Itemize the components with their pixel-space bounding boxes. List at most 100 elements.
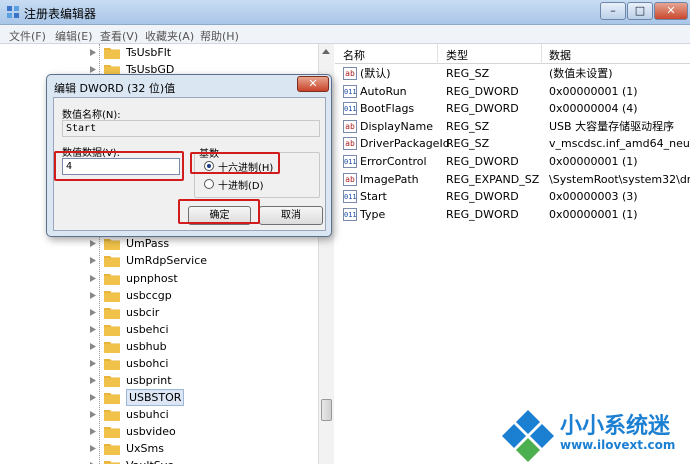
value-name-field: Start <box>62 120 320 137</box>
regedit-app-icon <box>7 6 19 18</box>
value-row[interactable]: 011 ErrorControl REG_DWORD 0x00000001 (1) <box>335 153 690 170</box>
folder-icon <box>104 376 120 387</box>
watermark-title: 小小系统迷 <box>560 414 671 439</box>
tree-item-label[interactable]: usbehci <box>126 321 169 338</box>
menu-edit[interactable]: 编辑(E) <box>55 28 93 44</box>
tree-item-label[interactable]: UmRdpService <box>126 252 207 269</box>
header-name[interactable]: 名称 <box>343 47 365 63</box>
dword-value-icon: 011 <box>343 84 357 98</box>
tree-item-label[interactable]: usbuhci <box>126 406 169 423</box>
expand-arrow-icon[interactable] <box>90 292 96 299</box>
value-name-label: 数值名称(N): <box>62 110 121 121</box>
tree-item-label[interactable]: usbhub <box>126 338 167 355</box>
value-type: REG_DWORD <box>446 155 519 168</box>
value-row[interactable]: 011 BootFlags REG_DWORD 0x00000004 (4) <box>335 100 690 117</box>
expand-arrow-icon[interactable] <box>90 326 96 333</box>
value-row[interactable]: 011 AutoRun REG_DWORD 0x00000001 (1) <box>335 83 690 100</box>
expand-arrow-icon[interactable] <box>90 411 96 418</box>
folder-icon <box>104 48 120 59</box>
folder-icon <box>104 274 120 285</box>
window-title: 注册表编辑器 <box>24 7 97 21</box>
expand-arrow-icon[interactable] <box>90 377 96 384</box>
scroll-up-arrow-icon[interactable] <box>322 49 330 54</box>
value-data: 0x00000001 (1) <box>549 84 638 98</box>
dec-radio[interactable] <box>204 179 214 189</box>
expand-arrow-icon[interactable] <box>90 394 96 401</box>
folder-icon <box>104 410 120 421</box>
folder-icon <box>104 308 120 319</box>
value-data: 0x00000001 (1) <box>549 207 638 221</box>
expand-arrow-icon[interactable] <box>90 240 96 247</box>
tree-item-label[interactable]: usbvideo <box>126 423 176 440</box>
tree-item-label[interactable]: usbprint <box>126 372 172 389</box>
string-value-icon: ab <box>343 67 357 80</box>
highlight-data-field <box>54 151 184 181</box>
expand-arrow-icon[interactable] <box>90 343 96 350</box>
value-row[interactable]: 011 Type REG_DWORD 0x00000001 (1) <box>335 206 690 223</box>
folder-icon <box>104 427 120 438</box>
values-list[interactable]: 名称 类型 数据 ab (默认) REG_SZ (数值未设置) 011 AutoRun RE… <box>335 44 690 464</box>
expand-arrow-icon[interactable] <box>90 309 96 316</box>
scroll-thumb[interactable] <box>321 399 332 421</box>
header-type[interactable]: 类型 <box>446 47 468 63</box>
value-row[interactable]: ab DisplayName REG_SZ USB 大容量存储驱动程序 <box>335 118 690 135</box>
highlight-ok-button <box>178 199 260 224</box>
expand-arrow-icon[interactable] <box>90 66 96 73</box>
value-name: ImagePath <box>360 172 419 186</box>
tree-item-label[interactable]: TsUsbFlt <box>126 44 171 61</box>
dialog-close-button[interactable]: ✕ <box>297 76 329 92</box>
tree-item-label[interactable]: UxSms <box>126 440 164 457</box>
title-bar: 注册表编辑器 – □ ✕ <box>0 0 690 25</box>
expand-arrow-icon[interactable] <box>90 445 96 452</box>
tree-item-label[interactable]: usbcir <box>126 304 159 321</box>
tree-item-label[interactable]: VaultSvc <box>126 457 173 464</box>
expand-arrow-icon[interactable] <box>90 257 96 264</box>
tree-item-label[interactable]: upnphost <box>126 270 178 287</box>
cancel-button[interactable]: 取消 <box>259 206 323 225</box>
value-name: Start <box>360 190 387 204</box>
value-type: REG_SZ <box>446 119 490 133</box>
value-data: (数值未设置) <box>549 67 613 80</box>
value-data: USB 大容量存储驱动程序 <box>549 119 675 133</box>
value-row[interactable]: 011 Start REG_DWORD 0x00000003 (3) <box>335 188 690 205</box>
menu-bar: 文件(F) 编辑(E) 查看(V) 收藏夹(A) 帮助(H) <box>0 25 690 44</box>
dec-radio-label[interactable]: 十进制(D) <box>218 177 264 192</box>
dword-value-icon: 011 <box>343 190 357 204</box>
value-name: DriverPackageId <box>360 137 450 151</box>
value-row[interactable]: ab ImagePath REG_EXPAND_SZ \SystemRoot\syst… <box>335 171 690 188</box>
menu-favorites[interactable]: 收藏夹(A) <box>145 28 194 44</box>
folder-icon <box>104 291 120 302</box>
value-type: REG_DWORD <box>446 190 519 204</box>
maximize-button[interactable]: □ <box>627 2 653 20</box>
close-button[interactable]: ✕ <box>654 2 688 20</box>
minimize-button[interactable]: – <box>600 2 626 20</box>
value-data: 0x00000001 (1) <box>549 155 638 168</box>
folder-icon <box>104 461 120 464</box>
value-data: v_mscdsc.inf_amd64_neutral_ <box>549 137 690 151</box>
expand-arrow-icon[interactable] <box>90 275 96 282</box>
value-data: \SystemRoot\system32\drive <box>549 172 690 186</box>
value-row[interactable]: ab (默认) REG_SZ (数值未设置) <box>335 65 690 82</box>
watermark: 小小系统迷 www.ilovext.com <box>500 402 690 464</box>
menu-file[interactable]: 文件(F) <box>9 28 46 44</box>
header-data[interactable]: 数据 <box>549 47 571 63</box>
string-value-icon: ab <box>343 137 357 151</box>
tree-item-label[interactable]: USBSTOR <box>126 389 185 406</box>
value-type: REG_EXPAND_SZ <box>446 172 540 186</box>
list-header: 名称 类型 数据 <box>335 44 690 64</box>
tree-item-label[interactable]: UmPass <box>126 235 169 252</box>
expand-arrow-icon[interactable] <box>90 360 96 367</box>
expand-arrow-icon[interactable] <box>90 428 96 435</box>
tree-item-label[interactable]: usbccgp <box>126 287 172 304</box>
menu-view[interactable]: 查看(V) <box>100 28 138 44</box>
watermark-logo-icon <box>502 410 554 462</box>
menu-help[interactable]: 帮助(H) <box>200 28 239 44</box>
folder-icon <box>104 239 120 250</box>
value-name: DisplayName <box>360 119 433 133</box>
value-name: ErrorControl <box>360 155 427 168</box>
value-type: REG_DWORD <box>446 102 519 116</box>
expand-arrow-icon[interactable] <box>90 49 96 56</box>
value-data: 0x00000004 (4) <box>549 102 638 116</box>
tree-item-label[interactable]: usbohci <box>126 355 169 372</box>
value-row[interactable]: ab DriverPackageId REG_SZ v_mscdsc.inf_amd6… <box>335 135 690 152</box>
